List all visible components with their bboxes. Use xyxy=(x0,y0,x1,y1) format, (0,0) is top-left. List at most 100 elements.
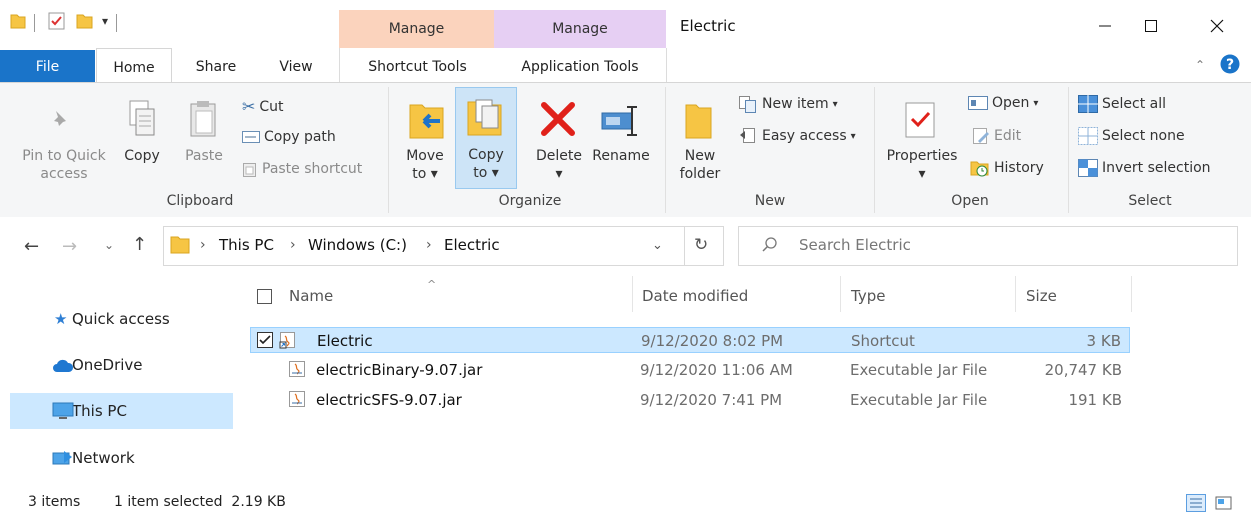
invert-selection-button[interactable]: Invert selection xyxy=(1078,159,1211,177)
copy-to-button[interactable]: Copy to ▾ xyxy=(455,87,517,189)
nav-item-network[interactable]: Network xyxy=(10,440,233,476)
help-icon[interactable]: ? xyxy=(1220,54,1240,74)
sort-ascending-icon: ^ xyxy=(427,278,437,291)
column-header-name[interactable]: Name xyxy=(289,287,333,305)
paste-button[interactable]: Paste xyxy=(178,147,230,165)
breadcrumb-windows-c[interactable]: Windows (C:) xyxy=(308,236,407,254)
new-item-button[interactable]: New item ▾ xyxy=(738,95,838,113)
nav-item-this-pc[interactable]: This PC xyxy=(10,393,233,429)
open-icon xyxy=(968,96,988,110)
select-all-icon xyxy=(1078,95,1098,113)
history-icon xyxy=(970,159,990,177)
column-header-type[interactable]: Type xyxy=(851,287,885,305)
back-arrow-icon[interactable]: ← xyxy=(24,236,39,257)
pin-to-quick-access-button[interactable]: Pin to Quick access xyxy=(14,147,114,183)
large-icons-view-icon[interactable] xyxy=(1214,494,1234,512)
collapse-ribbon-icon[interactable]: ⌃ xyxy=(1195,58,1205,72)
group-label-open: Open xyxy=(951,193,989,209)
file-row-electricbinary[interactable]: electricBinary-9.07.jar 9/12/2020 11:06 … xyxy=(250,357,1130,383)
file-size: 3 KB xyxy=(1086,332,1121,350)
new-item-label: New item xyxy=(762,96,829,112)
open-button[interactable]: Open ▾ xyxy=(968,95,1038,111)
select-none-button[interactable]: Select none xyxy=(1078,127,1185,145)
select-all-checkbox[interactable] xyxy=(257,289,272,304)
breadcrumb-this-pc[interactable]: This PC xyxy=(219,236,274,254)
ribbon-panel: Pin to Quick access Copy Paste ✂ Cut Copy… xyxy=(0,82,1251,218)
paste-shortcut-icon xyxy=(242,161,258,177)
copy-to-label: Copy xyxy=(468,147,504,163)
new-folder-button[interactable]: New folder xyxy=(672,147,728,183)
row-checkbox[interactable] xyxy=(257,332,273,348)
delete-icon xyxy=(540,101,576,137)
properties-qat-icon[interactable] xyxy=(48,12,66,30)
status-selection: 1 item selected 2.19 KB xyxy=(114,494,286,510)
file-date: 9/12/2020 7:41 PM xyxy=(640,391,783,409)
open-label: Open xyxy=(992,95,1030,111)
new-folder-qat-icon[interactable] xyxy=(76,12,94,30)
move-to-icon xyxy=(408,101,446,141)
tab-shortcut-tools[interactable]: Shortcut Tools xyxy=(339,48,496,82)
copy-to-label-2: to xyxy=(473,165,488,181)
jar-file-icon xyxy=(288,360,306,378)
move-to-button[interactable]: Move to ▾ xyxy=(400,147,450,183)
nav-item-onedrive[interactable]: OneDrive xyxy=(10,347,233,383)
computer-icon xyxy=(52,402,74,420)
properties-button[interactable]: Properties ▾ xyxy=(880,147,964,183)
close-button[interactable] xyxy=(1194,8,1240,44)
file-date: 9/12/2020 8:02 PM xyxy=(641,332,784,350)
history-label: History xyxy=(994,160,1044,176)
column-divider[interactable] xyxy=(632,276,633,312)
forward-arrow-icon[interactable]: → xyxy=(62,236,77,257)
file-row-electricsfs[interactable]: electricSFS-9.07.jar 9/12/2020 7:41 PM E… xyxy=(250,387,1130,413)
column-divider[interactable] xyxy=(1131,276,1132,312)
tab-share[interactable]: Share xyxy=(186,48,246,82)
edit-button[interactable]: Edit xyxy=(972,127,1021,145)
rename-button[interactable]: Rename xyxy=(590,147,652,165)
column-divider[interactable] xyxy=(1015,276,1016,312)
pin-icon xyxy=(48,109,70,131)
tab-view[interactable]: View xyxy=(266,48,326,82)
context-header-application-tools: Manage xyxy=(494,10,666,48)
history-button[interactable]: History xyxy=(970,159,1044,177)
file-name[interactable]: electricBinary-9.07.jar xyxy=(316,361,482,379)
copy-button[interactable]: Copy xyxy=(118,147,166,165)
search-icon xyxy=(762,237,778,253)
address-dropdown-chevron-icon[interactable]: ⌄ xyxy=(652,238,663,253)
details-view-icon[interactable] xyxy=(1186,494,1206,512)
minimize-button[interactable] xyxy=(1082,8,1128,44)
invert-selection-icon xyxy=(1078,159,1098,177)
copy-to-icon xyxy=(466,98,504,138)
tab-file[interactable]: File xyxy=(0,50,95,82)
easy-access-button[interactable]: Easy access ▾ xyxy=(738,127,856,145)
cut-button[interactable]: ✂ Cut xyxy=(242,97,284,116)
paste-shortcut-button[interactable]: Paste shortcut xyxy=(242,161,362,177)
tab-home[interactable]: Home xyxy=(96,48,172,83)
tab-application-tools[interactable]: Application Tools xyxy=(494,48,667,82)
file-type: Executable Jar File xyxy=(850,361,988,379)
folder-icon xyxy=(170,234,190,254)
select-none-label: Select none xyxy=(1102,128,1185,144)
column-header-date-modified[interactable]: Date modified xyxy=(642,287,748,305)
nav-item-quick-access[interactable]: ★ Quick access xyxy=(10,301,233,337)
breadcrumb-separator: › xyxy=(426,237,432,253)
copy-path-button[interactable]: Copy path xyxy=(242,129,336,145)
column-header-size[interactable]: Size xyxy=(1026,287,1057,305)
recent-locations-chevron-icon[interactable]: ⌄ xyxy=(104,238,114,252)
delete-button[interactable]: Delete ▾ xyxy=(530,147,588,183)
file-type: Shortcut xyxy=(851,332,915,350)
file-name[interactable]: electricSFS-9.07.jar xyxy=(316,391,462,409)
file-row-electric[interactable]: Electric 9/12/2020 8:02 PM Shortcut 3 KB xyxy=(250,327,1130,353)
breadcrumb-electric[interactable]: Electric xyxy=(444,236,500,254)
title-bar: ▾ Manage Manage Electric xyxy=(0,0,1251,48)
select-all-label: Select all xyxy=(1102,96,1166,112)
group-label-select: Select xyxy=(1128,193,1172,209)
group-divider xyxy=(874,87,875,213)
maximize-button[interactable] xyxy=(1128,8,1174,44)
qat-dropdown-icon[interactable]: ▾ xyxy=(102,14,108,28)
up-arrow-icon[interactable]: ↑ xyxy=(132,234,147,255)
column-divider[interactable] xyxy=(840,276,841,312)
file-name[interactable]: Electric xyxy=(317,332,373,350)
folder-icon xyxy=(10,12,26,30)
jar-file-icon xyxy=(288,390,306,408)
select-all-button[interactable]: Select all xyxy=(1078,95,1166,113)
